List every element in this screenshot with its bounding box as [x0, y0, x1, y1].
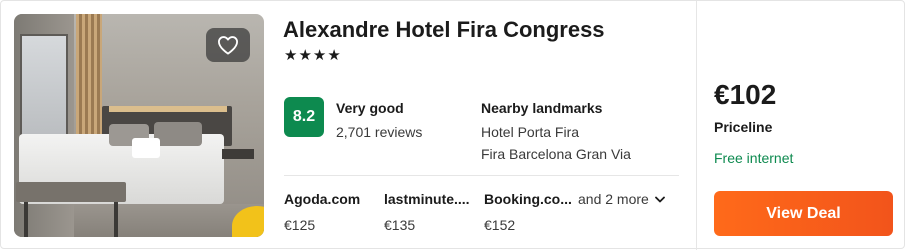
section-divider — [284, 175, 679, 176]
column-separator — [696, 1, 697, 250]
photo-pillow — [154, 122, 202, 146]
provider-name: lastminute.... — [384, 191, 470, 207]
hotel-result-card: Alexandre Hotel Fira Congress ★★★★ 8.2 V… — [0, 0, 905, 250]
hotel-stars: ★★★★ — [284, 47, 342, 64]
view-deal-button[interactable]: View Deal — [714, 191, 893, 236]
heart-icon — [218, 36, 238, 55]
landmark-item: Fira Barcelona Gran Via — [481, 146, 631, 162]
rating-score-badge: 8.2 — [284, 97, 324, 137]
photo-nightstand — [222, 149, 254, 159]
photo-bench — [16, 182, 126, 202]
hotel-name[interactable]: Alexandre Hotel Fira Congress — [283, 17, 605, 43]
provider-name: Booking.co... — [484, 191, 572, 207]
provider-price: €152 — [484, 217, 516, 233]
rating-label: Very good — [336, 100, 404, 116]
provider-booking[interactable]: Booking.co... €152 — [484, 191, 572, 233]
more-providers-label: and 2 more — [578, 191, 649, 207]
photo-bench-leg — [24, 202, 28, 237]
provider-price: €135 — [384, 217, 416, 233]
provider-name: Agoda.com — [284, 191, 361, 207]
deal-provider: Priceline — [714, 119, 773, 135]
favorite-button[interactable] — [206, 28, 250, 62]
landmarks-title: Nearby landmarks — [481, 100, 603, 116]
provider-agoda[interactable]: Agoda.com €125 — [284, 191, 360, 233]
photo-light-strip — [109, 106, 227, 112]
photo-window — [20, 34, 68, 144]
amenity-free-internet: Free internet — [714, 150, 794, 166]
review-count[interactable]: 2,701 reviews — [336, 124, 422, 140]
photo-towel — [132, 138, 160, 158]
landmark-item: Hotel Porta Fira — [481, 124, 580, 140]
provider-price: €125 — [284, 217, 316, 233]
photo-bench-leg — [114, 202, 118, 237]
more-providers-toggle[interactable]: and 2 more — [578, 191, 665, 207]
deal-price: €102 — [714, 79, 777, 110]
provider-lastminute[interactable]: lastminute.... €135 — [384, 191, 470, 233]
chevron-down-icon — [654, 196, 665, 202]
